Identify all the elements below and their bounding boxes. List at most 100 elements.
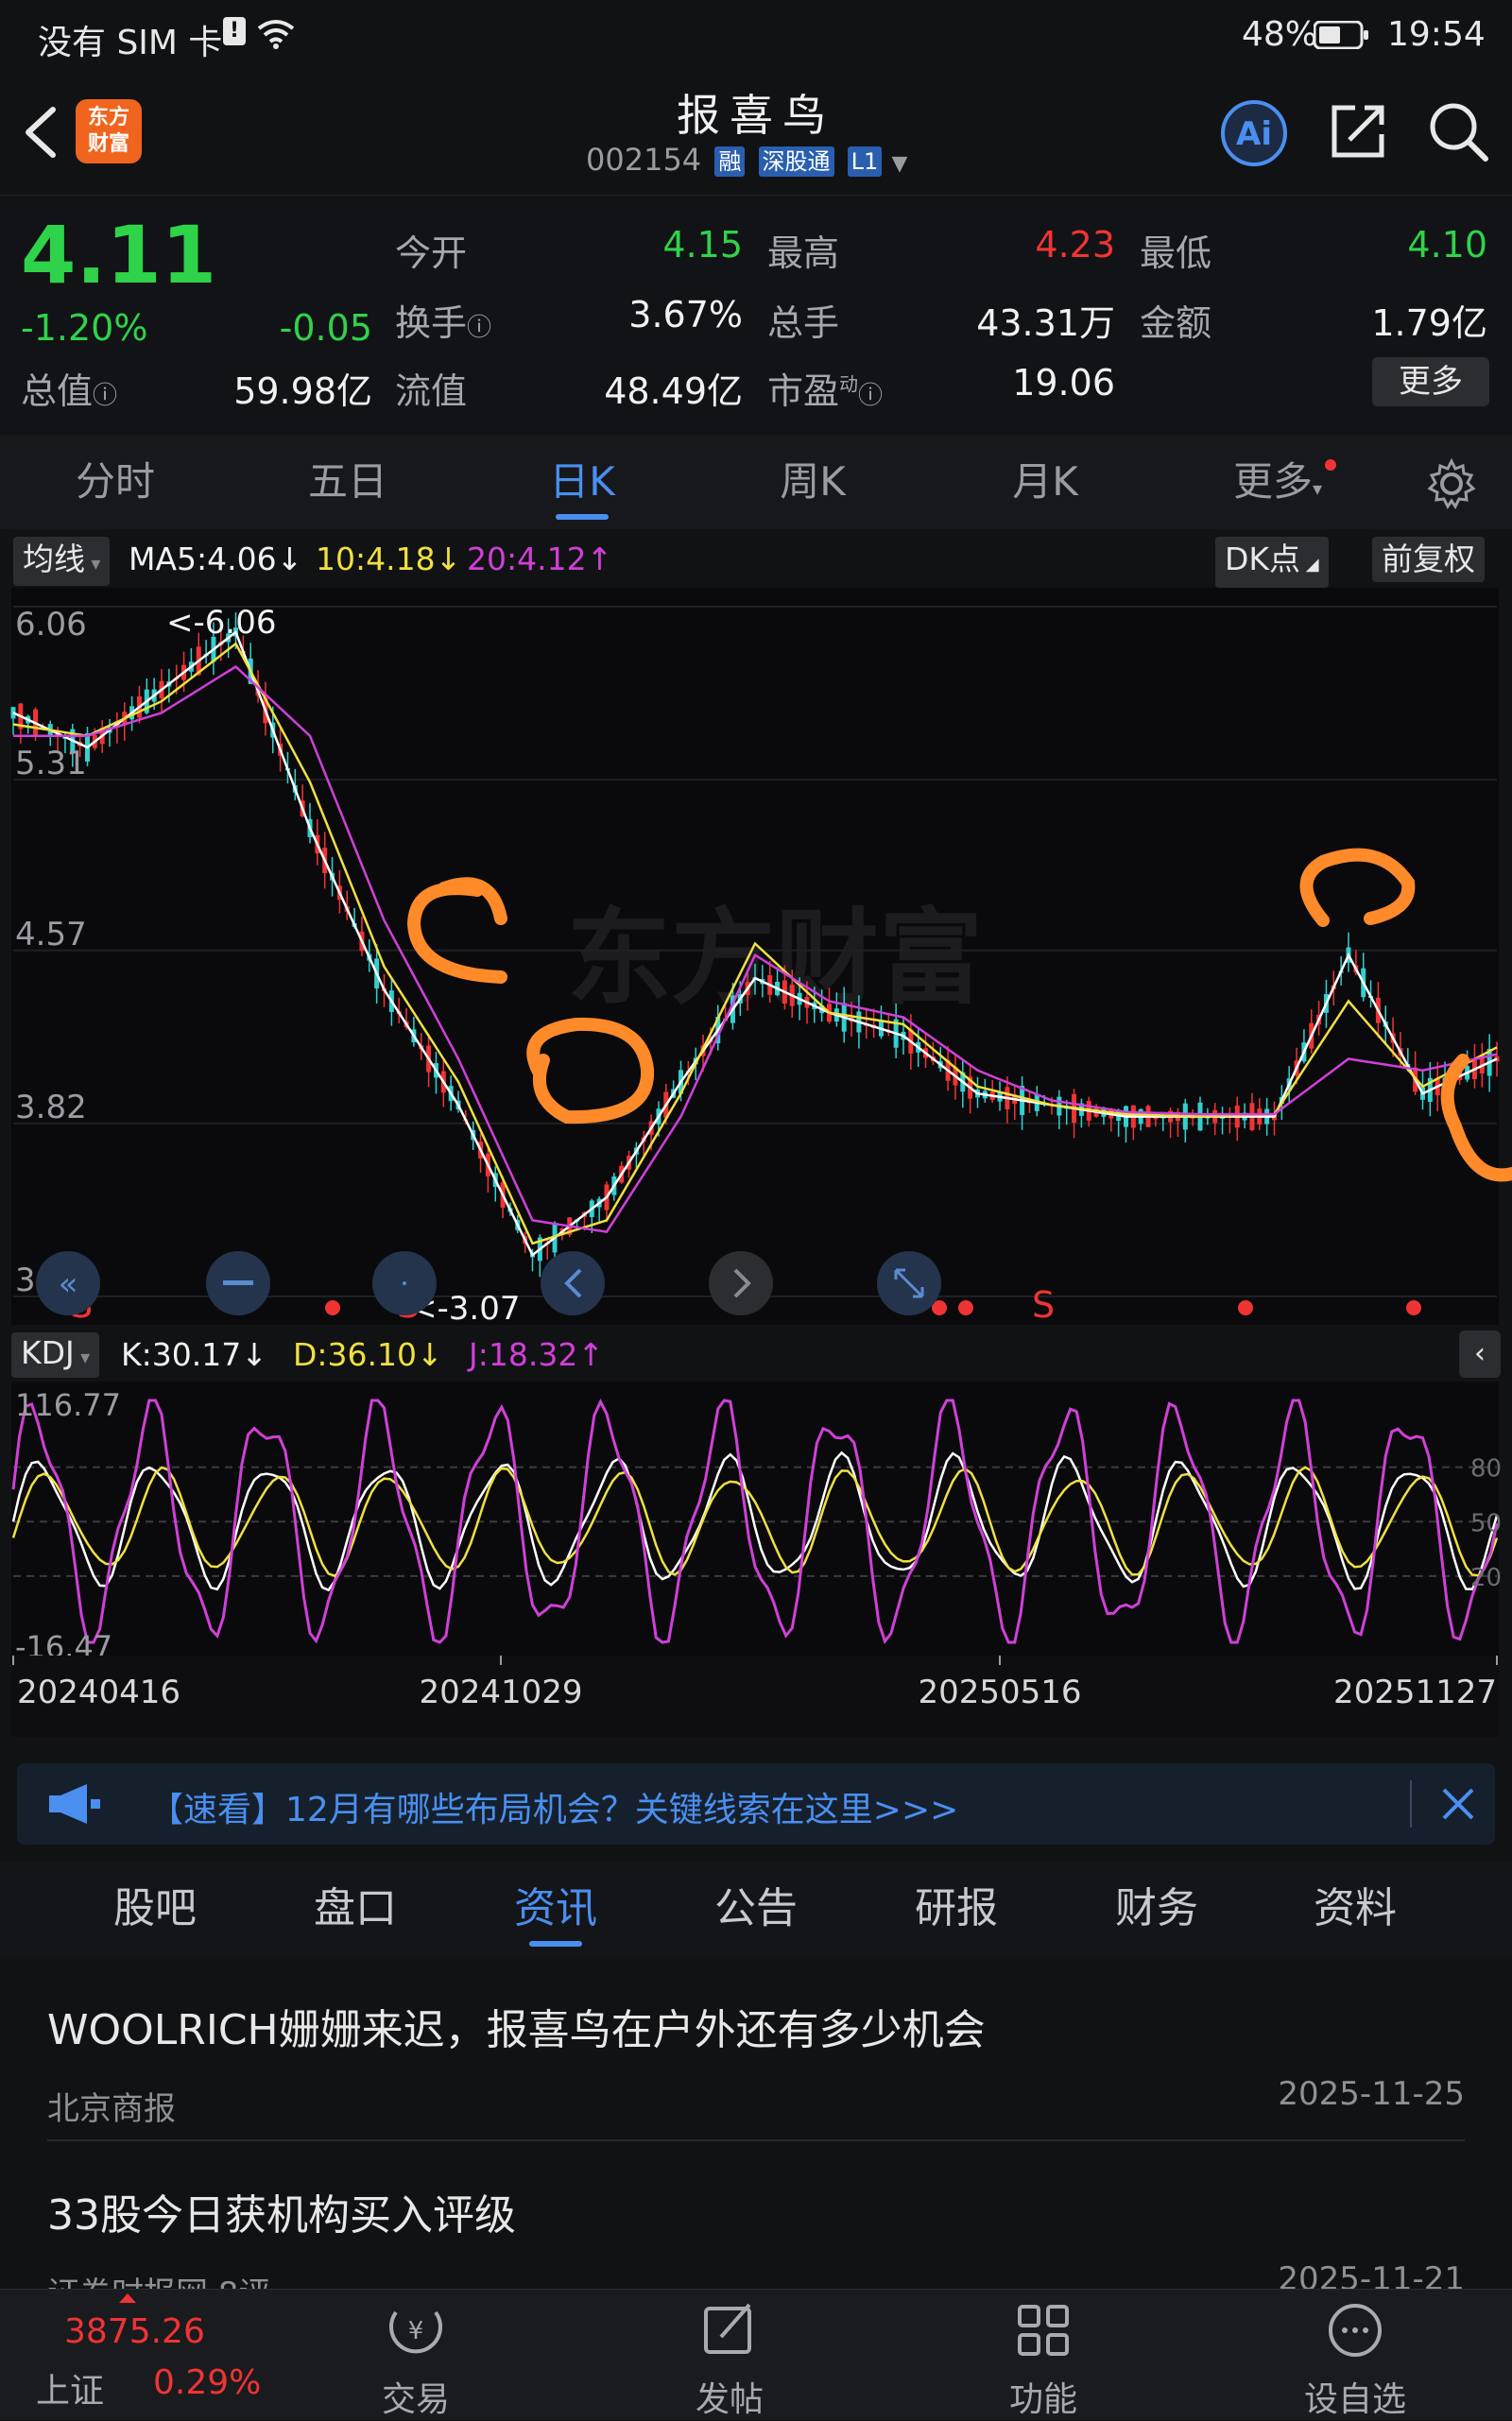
date-label: 20251127 [1333,1674,1497,1711]
info-icon: ⓘ [467,314,492,342]
kdj-header: KDJ ▾ K:30.17↓ D:36.10↓ J:18.32↑ ‹ [0,1329,1512,1382]
promo-banner[interactable]: 【速看】12月有哪些布局机会？关键线索在这里>>> [17,1763,1495,1845]
tag-margin: 融 [714,146,746,177]
kdj-max-label: 116.77 [15,1387,121,1423]
ma5-readout: MA5:4.06↓ [129,541,303,577]
index-change: 0.29% [153,2363,262,2402]
change-amount: -0.05 [279,307,372,349]
tab-five-day[interactable]: 五日 [272,435,423,529]
tab-pankou[interactable]: 盘口 [261,1862,450,1956]
kline-chart[interactable]: 东方财富 6.065.314.573.823.07<-6.06<-3.07SSS… [0,588,1512,1325]
banner-text: 【速看】12月有哪些布局机会？关键线索在这里>>> [149,1791,959,1829]
watermark: 东方财富 [567,898,983,1019]
scroll-right-button[interactable] [709,1251,773,1315]
indicator-selector[interactable]: KDJ ▾ [11,1332,100,1378]
nav-trade[interactable]: ¥ 交易 [321,2290,510,2421]
nav-label: 交易 [381,2380,450,2419]
tab-finance[interactable]: 财务 [1062,1862,1251,1956]
amount-label: 金额 [1140,302,1212,344]
share-icon[interactable] [1327,100,1389,163]
open-value: 4.15 [662,224,743,266]
tab-research[interactable]: 研报 [862,1862,1051,1956]
market-cap-label: 总值ⓘ [21,370,118,412]
ma20-readout: 20:4.12↑ [467,541,613,577]
tag-level: L1 [847,146,883,177]
tab-monthly-k[interactable]: 月K [970,435,1121,529]
open-label: 今开 [395,232,468,274]
last-price: 4.11 [21,209,217,301]
bottom-nav: 3875.26 上证 0.29% ¥ 交易 发帖 功能 设自选 [0,2289,1512,2420]
double-chevron-left-icon: « [59,1265,78,1303]
up-arrow-icon [119,2293,136,2303]
change-percent: -1.20% [21,307,148,349]
adjust-price-button[interactable]: 前复权 [1372,537,1485,582]
nav-label: 设自选 [1303,2380,1406,2419]
float-cap-value: 48.49亿 [604,370,743,412]
tab-intraday[interactable]: 分时 [40,435,191,529]
search-icon[interactable] [1425,98,1491,164]
plus-icon [403,1281,406,1285]
status-bar: 没有 SIM 卡 ! 48% 19:54 [0,0,1512,72]
dk-point-button[interactable]: DK点 ◢ [1215,537,1329,588]
sell-signal-label: S [1032,1284,1055,1325]
index-ticker[interactable]: 3875.26 上证 0.29% [0,2290,274,2420]
news-item[interactable]: WOOLRICH姗姗来迟，报喜鸟在户外还有多少机会 北京商报 2025-11-2… [47,1996,1465,2128]
tab-more[interactable]: 更多▾ [1202,435,1353,529]
news-date: 2025-11-25 [1278,2075,1465,2113]
amount-value: 1.79亿 [1371,302,1487,344]
clock: 19:54 [1387,15,1486,54]
tab-profile[interactable]: 资料 [1261,1862,1450,1956]
volume-value: 43.31万 [976,302,1115,344]
j-readout: J:18.32↑ [469,1336,604,1373]
close-icon[interactable] [1440,1786,1476,1822]
news-item[interactable]: 33股今日获机构买入评级 证券时报网 8评 2025-11-21 [47,2181,1465,2294]
date-axis: 20240416 20241029 20250516 20251127 [11,1656,1499,1737]
carrier-text: 没有 SIM 卡 [38,24,223,62]
tag-connect: 深股通 [758,146,834,177]
stock-code: 002154 [586,142,702,178]
kdj-chart[interactable]: 805020116.77-16.47 [0,1382,1512,1665]
kdj-ref-label: 50 [1470,1509,1502,1537]
more-quote-button[interactable]: 更多 [1372,357,1489,406]
settings-gear-icon[interactable] [1425,457,1478,510]
y-tick-label: 3.82 [15,1089,87,1126]
news-tabs: 股吧 盘口 资讯 公告 研报 财务 资料 [0,1862,1512,1956]
signal-dot [1406,1300,1421,1315]
max-price-label: <-6.06 [166,604,276,642]
tab-guba[interactable]: 股吧 [60,1862,249,1956]
date-label: 20241029 [419,1674,582,1711]
float-cap-label: 流值 [395,370,468,412]
sim-alert-icon: ! [223,17,246,45]
battery-percent: 48% [1242,15,1318,54]
ai-assistant-icon[interactable]: Ai [1219,98,1289,168]
trade-icon: ¥ [389,2310,442,2354]
edit-icon [704,2303,751,2354]
scroll-left-button[interactable] [541,1251,605,1315]
chevron-down-icon: ▼ [891,152,908,176]
y-tick-label: 6.06 [15,606,87,644]
pe-value: 19.06 [1012,362,1115,404]
ma10-readout: 10:4.18↓ [316,541,462,577]
collapse-indicator-button[interactable]: ‹ [1459,1331,1501,1378]
notification-dot [1325,459,1336,471]
date-label: 20240416 [17,1674,180,1711]
nav-functions[interactable]: 功能 [949,2290,1138,2421]
tab-news[interactable]: 资讯 [461,1862,650,1956]
y-tick-label: 4.57 [15,916,87,953]
tab-announcements[interactable]: 公告 [662,1862,850,1956]
ma-selector[interactable]: 均线 ▾ [13,537,111,586]
tab-daily-k[interactable]: 日K [507,435,658,529]
active-tab-indicator [529,1941,582,1947]
low-label: 最低 [1140,232,1212,274]
more-circle-icon [1329,2304,1382,2357]
tab-weekly-k[interactable]: 周K [737,435,888,529]
stock-code-line[interactable]: 002154 融 深股通 L1 ▼ [586,142,907,178]
news-title: 33股今日获机构买入评级 [47,2191,516,2240]
nav-watchlist[interactable]: 设自选 [1261,2290,1450,2421]
megaphone-icon [49,1784,100,1824]
index-name: 上证 [36,2372,105,2411]
svg-text:¥: ¥ [408,2317,424,2345]
info-icon: ⓘ [93,382,118,410]
minus-icon [223,1280,253,1285]
nav-post[interactable]: 发帖 [635,2290,824,2421]
